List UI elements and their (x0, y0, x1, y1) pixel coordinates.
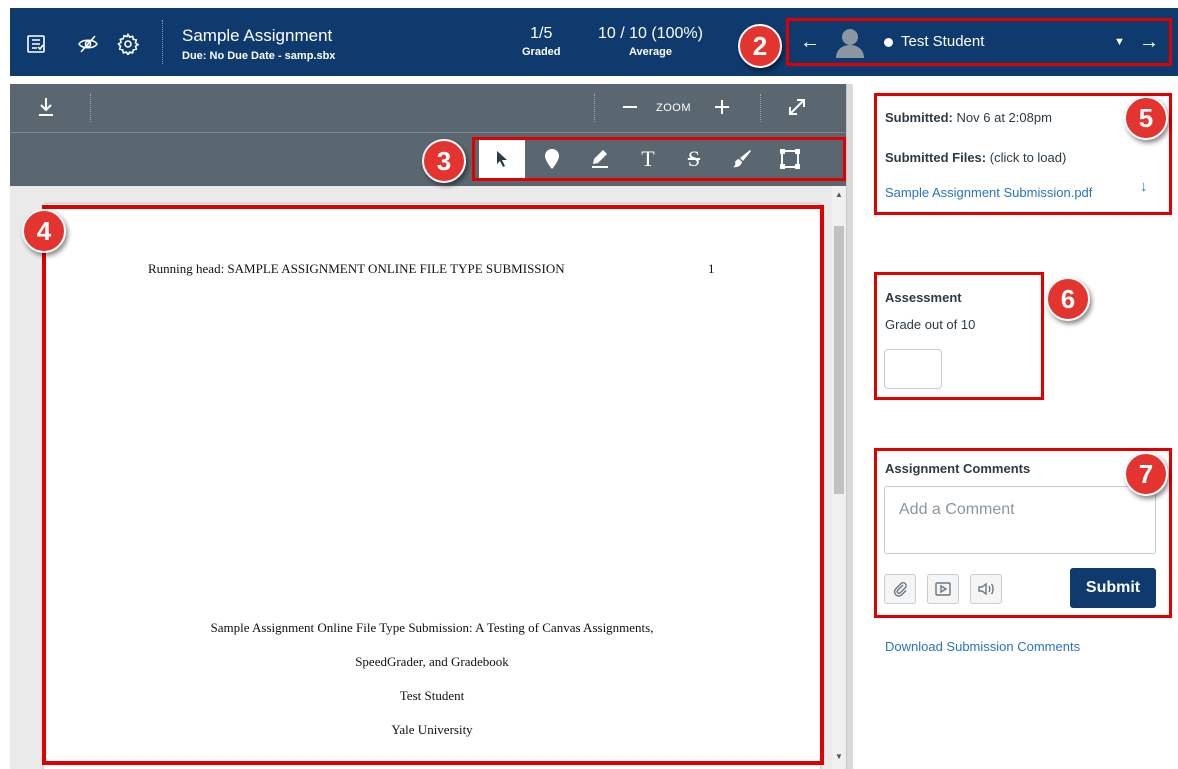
grade-label: Grade out of 10 (885, 317, 976, 332)
text-icon[interactable]: T (625, 140, 671, 178)
viewer-toolbar: ZOOM (10, 84, 846, 132)
settings-gear-icon[interactable] (116, 32, 140, 56)
zoom-in-icon[interactable] (712, 96, 732, 123)
toolbar-divider (594, 94, 595, 122)
toolbar-divider (760, 94, 761, 122)
submitted-files-line: Submitted Files: (click to load) (885, 150, 1066, 165)
graded-value: 1/5 (530, 25, 553, 42)
scrollbar-thumb[interactable] (834, 226, 844, 494)
submission-file-link[interactable]: Sample Assignment Submission.pdf (885, 185, 1092, 200)
scroll-up-arrow-icon[interactable]: ▲ (835, 190, 843, 199)
header-divider (162, 20, 163, 64)
download-comments-link[interactable]: Download Submission Comments (885, 639, 1080, 654)
document-scrollbar[interactable]: ▲ ▼ (832, 186, 846, 769)
speech-audio-icon[interactable] (970, 574, 1002, 604)
student-navigation: ← Test Student ▼ → (786, 18, 1172, 66)
comment-textarea[interactable]: Add a Comment (884, 486, 1156, 554)
next-student-right-arrow-icon[interactable]: → (1139, 31, 1159, 54)
freedraw-icon[interactable] (719, 140, 765, 178)
zoom-label: ZOOM (656, 102, 691, 114)
graded-stat: 1/5 Graded (522, 25, 561, 58)
grade-input[interactable] (884, 349, 942, 389)
submitted-files-hint: (click to load) (989, 150, 1067, 165)
average-stat: 10 / 10 (100%) Average (598, 25, 703, 58)
strikeout-icon[interactable]: S (671, 140, 717, 178)
submitted-files-label: Submitted Files: (885, 150, 987, 165)
submitted-label: Submitted: (885, 110, 953, 125)
assignment-due-date: Due: No Due Date - samp.sbx (182, 50, 336, 62)
callout-badge-3: 3 (422, 139, 466, 183)
scroll-down-arrow-icon[interactable]: ▼ (835, 752, 843, 761)
file-download-arrow-icon[interactable]: ↓ (1140, 178, 1148, 195)
assessment-heading: Assessment (885, 290, 962, 305)
highlight-icon[interactable] (577, 140, 623, 178)
hide-eye-icon[interactable] (76, 32, 100, 56)
average-value: 10 / 10 (100%) (598, 25, 703, 42)
media-video-icon[interactable] (927, 574, 959, 604)
panel-resize-handle[interactable] (846, 84, 853, 769)
callout-badge-7: 7 (1124, 452, 1168, 496)
annotation-tools-highlight: T S (472, 137, 846, 181)
callout-badge-5: 5 (1124, 96, 1168, 140)
graded-label: Graded (522, 46, 561, 58)
comment-placeholder: Add a Comment (899, 501, 1015, 518)
speedgrader-header: Sample Assignment Due: No Due Date - sam… (10, 8, 1178, 76)
callout-badge-4: 4 (22, 209, 66, 253)
gradebook-icon[interactable] (24, 32, 48, 56)
document-page-area[interactable]: Running head: SAMPLE ASSIGNMENT ONLINE F… (10, 186, 830, 769)
fullscreen-expand-icon[interactable] (786, 96, 808, 123)
download-icon[interactable] (36, 96, 56, 123)
callout-badge-2: 2 (738, 24, 782, 68)
student-status-dot (884, 38, 893, 47)
area-icon[interactable] (767, 140, 813, 178)
average-label: Average (628, 46, 672, 58)
avatar-icon (835, 27, 865, 59)
student-name[interactable]: Test Student (901, 33, 984, 50)
attachment-paperclip-icon[interactable] (884, 574, 916, 604)
previous-student-left-arrow-icon[interactable]: ← (800, 31, 820, 54)
submitted-date: Nov 6 at 2:08pm (956, 110, 1052, 125)
zoom-out-icon[interactable] (620, 96, 640, 123)
comments-heading: Assignment Comments (885, 461, 1031, 476)
callout-badge-6: 6 (1046, 277, 1090, 321)
pointer-icon[interactable] (479, 140, 525, 178)
student-dropdown-caret-down-icon[interactable]: ▼ (1114, 36, 1125, 48)
assignment-title[interactable]: Sample Assignment (182, 26, 332, 46)
document-viewer: ZOOM T S Running head: SAMPLE ASSIGNMENT… (10, 84, 846, 769)
point-annotation-icon[interactable] (529, 140, 575, 178)
document-page-highlight (42, 205, 824, 765)
toolbar-divider (90, 94, 91, 122)
submit-comment-button[interactable]: Submit (1070, 568, 1156, 608)
submitted-line: Submitted: Nov 6 at 2:08pm (885, 110, 1052, 125)
